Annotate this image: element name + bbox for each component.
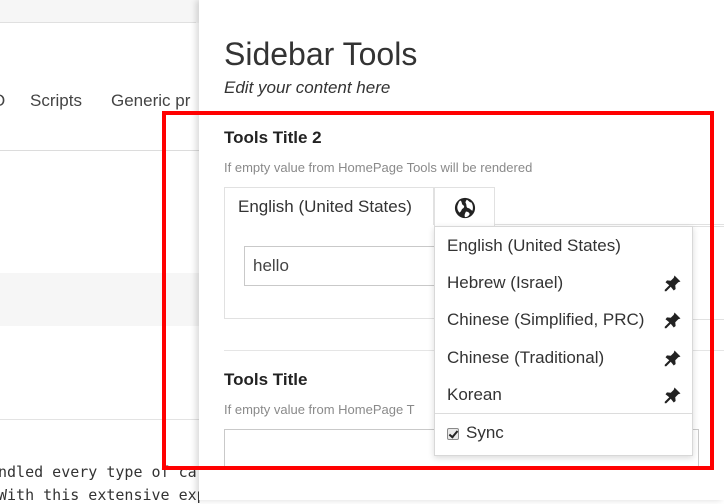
- panel-title: Sidebar Tools: [224, 36, 418, 72]
- bg-tab-scripts[interactable]: Scripts: [30, 91, 82, 111]
- bg-toolbar: [0, 23, 200, 63]
- panel-subtitle: Edit your content here: [224, 78, 391, 97]
- bg-tab-generic[interactable]: Generic pr: [111, 91, 190, 111]
- bg-header-strip: [0, 0, 196, 23]
- bg-text-line: With this extensive expe: [0, 486, 215, 504]
- highlight-box: [162, 111, 714, 470]
- bg-tab-partial[interactable]: O: [0, 91, 5, 111]
